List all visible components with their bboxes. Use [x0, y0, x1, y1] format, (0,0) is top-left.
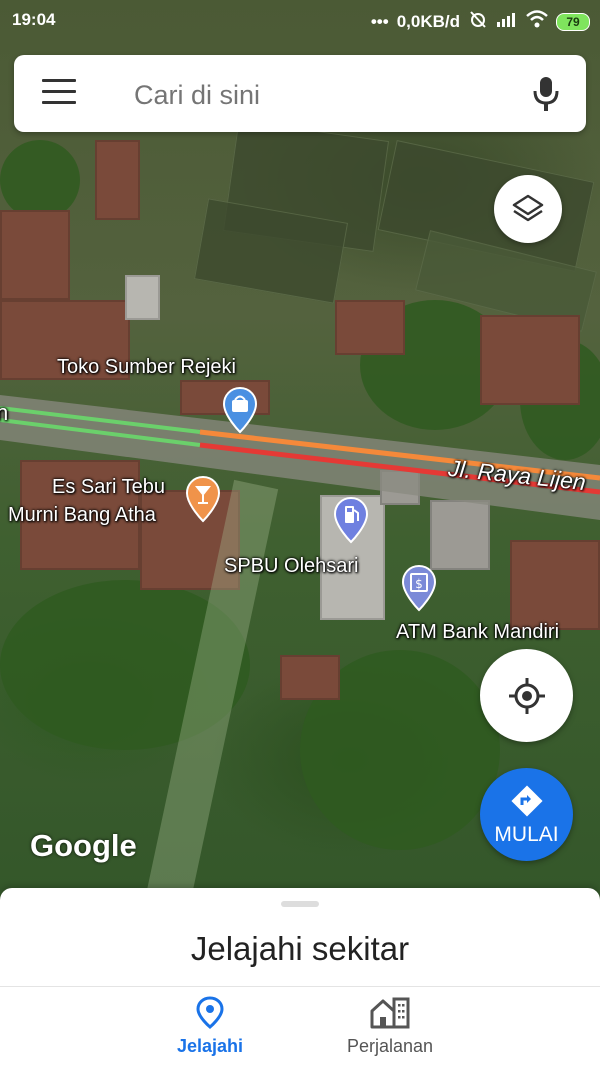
map-view[interactable]: n Jl. Raya Lijen Toko Sumber Rejeki Es S…	[0, 0, 600, 900]
google-attribution: Google	[30, 828, 137, 863]
explore-pin-icon	[196, 996, 224, 1029]
battery-icon: 79	[556, 12, 590, 31]
directions-icon	[510, 784, 543, 817]
start-directions-button[interactable]: MULAI	[480, 768, 573, 861]
status-icons: ••• 0,0KB/d 79	[371, 9, 590, 34]
shopping-pin-icon[interactable]	[222, 386, 258, 434]
nav-label-commute: Perjalanan	[346, 1036, 434, 1056]
microphone-icon[interactable]	[526, 73, 566, 115]
place-label-gas[interactable]: SPBU Olehsari	[224, 555, 359, 578]
svg-text:$: $	[415, 577, 423, 591]
sheet-title: Jelajahi sekitar	[190, 930, 410, 967]
search-bar[interactable]	[14, 55, 586, 132]
nav-label-explore: Jelajahi	[176, 1036, 244, 1056]
commute-building-icon	[370, 997, 410, 1029]
network-speed: 0,0KB/d	[396, 11, 460, 31]
road-traffic-layer	[0, 395, 600, 520]
dots-icon: •••	[370, 11, 389, 31]
bottom-navigation: Jelajahi Perjalanan	[0, 986, 600, 1068]
my-location-button[interactable]	[480, 649, 573, 742]
sheet-drag-handle[interactable]	[281, 901, 319, 907]
place-label-drink-line2[interactable]: Murni Bang Atha	[8, 504, 156, 527]
place-label-drink-line1[interactable]: Es Sari Tebu	[52, 476, 165, 499]
signal-icon	[496, 11, 518, 32]
status-time: 19:04	[12, 10, 56, 29]
nav-tab-commute[interactable]: Perjalanan	[310, 995, 470, 1057]
alarm-off-icon	[468, 9, 488, 34]
start-label: MULAI	[494, 822, 559, 846]
hamburger-menu-icon[interactable]	[42, 79, 76, 109]
explore-bottom-sheet[interactable]: Jelajahi sekitar	[0, 888, 600, 988]
place-label-shop[interactable]: Toko Sumber Rejeki	[57, 356, 236, 379]
status-bar: 19:04 ••• 0,0KB/d 79	[0, 0, 600, 40]
road-label-fragment: n	[0, 400, 9, 425]
wifi-icon	[526, 10, 548, 33]
my-location-icon	[508, 677, 545, 714]
layers-button[interactable]	[494, 175, 562, 243]
drink-pin-icon[interactable]	[185, 475, 221, 523]
place-label-atm[interactable]: ATM Bank Mandiri	[396, 621, 559, 644]
nav-tab-explore[interactable]: Jelajahi	[130, 995, 290, 1057]
atm-pin-icon[interactable]: $	[401, 564, 437, 612]
layers-icon	[512, 194, 544, 222]
search-input[interactable]	[132, 75, 496, 115]
gas-station-pin-icon[interactable]	[333, 496, 369, 544]
